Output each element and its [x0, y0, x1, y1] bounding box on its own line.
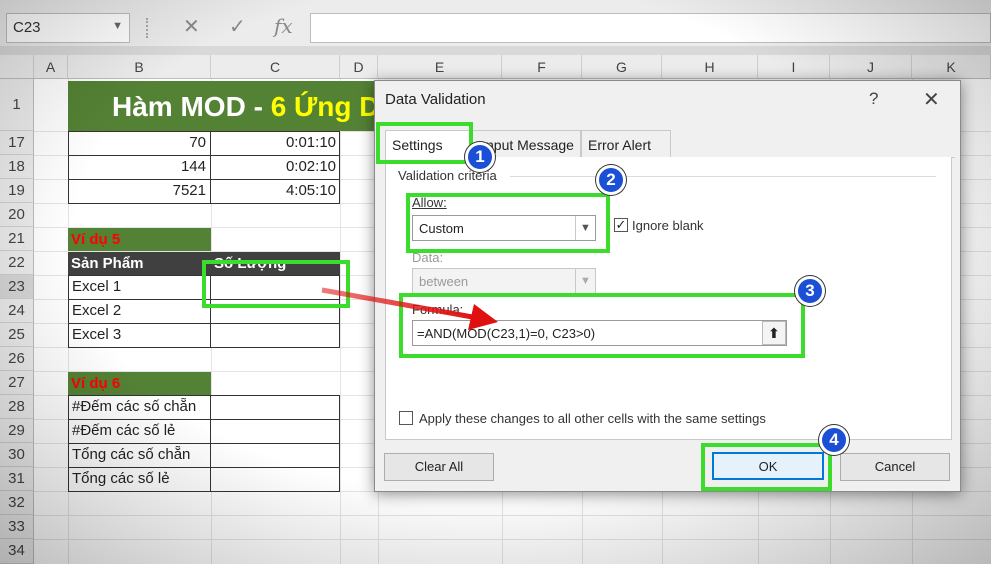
product-1: Excel 1 — [72, 278, 122, 295]
sheet-title-accent: 6 Ứng D — [270, 91, 380, 122]
sheet-title-main: Hàm MOD - — [112, 91, 271, 122]
row-header-18[interactable]: 18 — [0, 155, 34, 179]
cell-b17-value: 70 — [189, 134, 206, 151]
cell-c25[interactable] — [210, 323, 340, 348]
name-box[interactable]: C23 ▼ — [6, 13, 130, 43]
data-value: between — [419, 274, 469, 289]
column-header-a[interactable]: A — [34, 55, 68, 79]
vd6-item-1: #Đếm các số chẵn — [72, 398, 197, 415]
column-header-h[interactable]: H — [662, 55, 758, 79]
formula-bar-separator — [146, 18, 148, 38]
enter-icon[interactable]: ✓ — [229, 14, 246, 39]
cell-b19-value: 7521 — [172, 182, 206, 199]
column-header-i[interactable]: I — [758, 55, 830, 79]
product-2: Excel 2 — [72, 302, 122, 319]
row-header-32[interactable]: 32 — [0, 491, 34, 515]
step-badge-2: 2 — [596, 165, 626, 195]
vd6-item-3: Tổng các số chẵn — [72, 446, 191, 463]
cancel-button[interactable]: Cancel — [840, 453, 950, 481]
row-header-28[interactable]: 28 — [0, 395, 34, 419]
row-header-27[interactable]: 27 — [0, 371, 34, 395]
example-5-label: Ví dụ 5 — [68, 228, 211, 251]
column-header-e[interactable]: E — [378, 55, 502, 79]
formula-input[interactable] — [310, 13, 991, 43]
clear-all-button[interactable]: Clear All — [384, 453, 494, 481]
cell-b18-value: 144 — [180, 158, 206, 175]
ignore-blank-label: Ignore blank — [632, 218, 704, 233]
section-divider — [510, 176, 936, 177]
header-product: Sản Phẩm — [68, 252, 211, 275]
example-6-label: Ví dụ 6 — [68, 372, 211, 395]
gridline — [34, 539, 991, 540]
row-header-34[interactable]: 34 — [0, 539, 34, 564]
chevron-down-icon[interactable]: ▼ — [112, 20, 123, 32]
select-all-corner[interactable] — [0, 55, 34, 79]
apply-all-checkbox[interactable] — [399, 411, 413, 425]
vd6-item-4: Tổng các số lẻ — [72, 470, 170, 487]
row-header-21[interactable]: 21 — [0, 227, 34, 251]
column-header-d[interactable]: D — [340, 55, 378, 79]
highlight-settings-tab — [376, 122, 473, 164]
cell-c18-value: 0:02:10 — [285, 158, 336, 175]
row-header-30[interactable]: 30 — [0, 443, 34, 467]
step-badge-1: 1 — [465, 142, 495, 172]
sheet-title: Hàm MOD - 6 Ứng D — [112, 91, 379, 123]
column-header-b[interactable]: B — [68, 55, 211, 79]
row-header-25[interactable]: 25 — [0, 323, 34, 347]
row-header-20[interactable]: 20 — [0, 203, 34, 227]
gridline — [34, 515, 991, 516]
cancel-icon[interactable]: ✕ — [183, 14, 200, 39]
row-header-31[interactable]: 31 — [0, 467, 34, 491]
ignore-blank-checkbox[interactable]: ✓ — [614, 218, 628, 232]
highlight-allow — [406, 193, 610, 253]
highlight-formula — [399, 293, 805, 358]
vd6-item-2: #Đếm các số lẻ — [72, 422, 176, 439]
cell-c19-value: 4:05:10 — [285, 182, 336, 199]
step-badge-3: 3 — [795, 276, 825, 306]
column-header-c[interactable]: C — [211, 55, 340, 79]
cell-c17-value: 0:01:10 — [285, 134, 336, 151]
column-header-f[interactable]: F — [502, 55, 582, 79]
cell-c31[interactable] — [210, 467, 340, 492]
column-header-k[interactable]: K — [912, 55, 991, 79]
row-header-23[interactable]: 23 — [0, 275, 34, 299]
data-select[interactable]: between ▼ — [412, 268, 596, 294]
help-icon[interactable]: ? — [869, 89, 878, 109]
name-box-value: C23 — [13, 19, 41, 36]
row-header-24[interactable]: 24 — [0, 299, 34, 323]
column-header-g[interactable]: G — [582, 55, 662, 79]
cell-c28[interactable] — [210, 395, 340, 420]
apply-all-label: Apply these changes to all other cells w… — [419, 411, 766, 426]
tab-error-alert[interactable]: Error Alert — [581, 130, 671, 158]
fx-icon[interactable]: fx — [274, 14, 293, 38]
column-header-j[interactable]: J — [830, 55, 912, 79]
row-header-29[interactable]: 29 — [0, 419, 34, 443]
formula-bar: C23 ▼ ✕ ✓ fx — [0, 0, 991, 46]
step-badge-4: 4 — [819, 425, 849, 455]
highlight-cell-c23 — [202, 260, 350, 308]
product-3: Excel 3 — [72, 326, 122, 343]
row-header-22[interactable]: 22 — [0, 251, 34, 275]
chevron-down-icon: ▼ — [575, 269, 595, 293]
row-header-17[interactable]: 17 — [0, 131, 34, 155]
row-header-19[interactable]: 19 — [0, 179, 34, 203]
row-header-26[interactable]: 26 — [0, 347, 34, 371]
highlight-ok — [701, 443, 832, 491]
row-header-33[interactable]: 33 — [0, 515, 34, 539]
row-header-1[interactable]: 1 — [0, 79, 34, 131]
dialog-title: Data Validation — [385, 91, 486, 108]
cell-c29[interactable] — [210, 419, 340, 444]
cell-c30[interactable] — [210, 443, 340, 468]
close-icon[interactable]: ✕ — [923, 87, 940, 112]
